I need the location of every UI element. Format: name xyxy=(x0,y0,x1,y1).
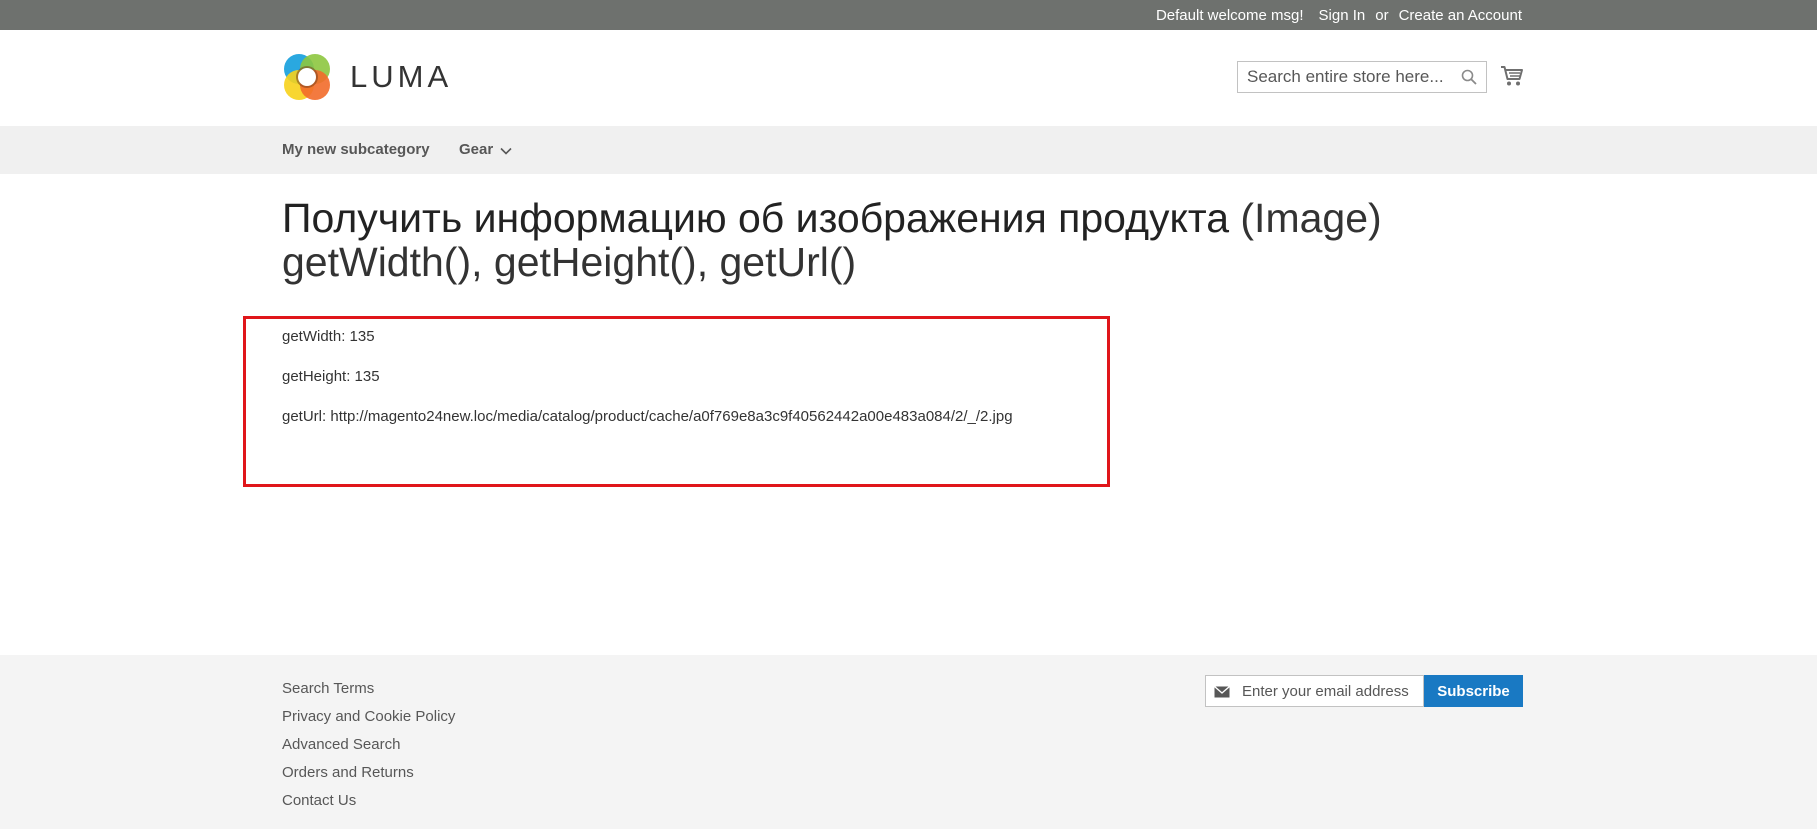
or-separator: or xyxy=(1375,6,1389,24)
image-width-info: getWidth: 135 xyxy=(282,328,375,345)
footer-links: Search Terms Privacy and Cookie Policy A… xyxy=(282,675,455,815)
logo[interactable]: LUMA xyxy=(282,52,452,102)
logo-icon xyxy=(284,54,330,100)
top-bar: Default welcome msg! Sign In or Create a… xyxy=(0,0,1817,30)
chevron-down-icon xyxy=(500,127,512,175)
header: LUMA xyxy=(0,30,1817,126)
footer: Search Terms Privacy and Cookie Policy A… xyxy=(0,655,1817,829)
envelope-icon xyxy=(1214,685,1230,703)
create-account-link[interactable]: Create an Account xyxy=(1399,7,1522,24)
newsletter-field xyxy=(1205,675,1424,707)
cart-icon[interactable] xyxy=(1500,65,1524,92)
footer-link-orders-returns[interactable]: Orders and Returns xyxy=(282,764,414,781)
newsletter-email-input[interactable] xyxy=(1242,676,1422,706)
page-title-main: Получить информацию об изображения проду… xyxy=(282,195,1230,241)
sign-in-link[interactable]: Sign In xyxy=(1319,7,1366,24)
footer-link-item: Advanced Search xyxy=(282,731,455,759)
page-title-methods: getWidth(), getHeight(), getUrl() xyxy=(282,239,857,285)
nav-item-my-new-subcategory[interactable]: My new subcategory xyxy=(282,126,430,174)
footer-link-item: Orders and Returns xyxy=(282,759,455,787)
image-url-info: getUrl: http://magento24new.loc/media/ca… xyxy=(282,408,1013,425)
nav-item-gear[interactable]: Gear xyxy=(459,126,512,174)
main-navigation: My new subcategory Gear xyxy=(0,126,1817,174)
footer-link-item: Privacy and Cookie Policy xyxy=(282,703,455,731)
page-title: Получить информацию об изображения проду… xyxy=(282,196,1582,284)
logo-text: LUMA xyxy=(350,59,453,94)
subscribe-button[interactable]: Subscribe xyxy=(1424,675,1523,707)
image-height-info: getHeight: 135 xyxy=(282,368,380,385)
footer-link-privacy[interactable]: Privacy and Cookie Policy xyxy=(282,708,455,725)
welcome-message: Default welcome msg! xyxy=(1155,6,1304,24)
footer-link-item: Contact Us xyxy=(282,787,455,815)
top-links: Default welcome msg! Sign In or Create a… xyxy=(1156,0,1522,30)
search-box xyxy=(1237,61,1487,93)
search-icon[interactable] xyxy=(1461,69,1477,90)
footer-link-item: Search Terms xyxy=(282,675,455,703)
footer-link-contact-us[interactable]: Contact Us xyxy=(282,792,356,809)
search-input[interactable] xyxy=(1238,62,1448,92)
footer-link-search-terms[interactable]: Search Terms xyxy=(282,680,374,697)
footer-link-advanced-search[interactable]: Advanced Search xyxy=(282,736,400,753)
page-title-image: (Image) xyxy=(1229,195,1382,241)
newsletter-form: Subscribe xyxy=(1205,675,1523,707)
nav-item-gear-label: Gear xyxy=(459,141,494,158)
